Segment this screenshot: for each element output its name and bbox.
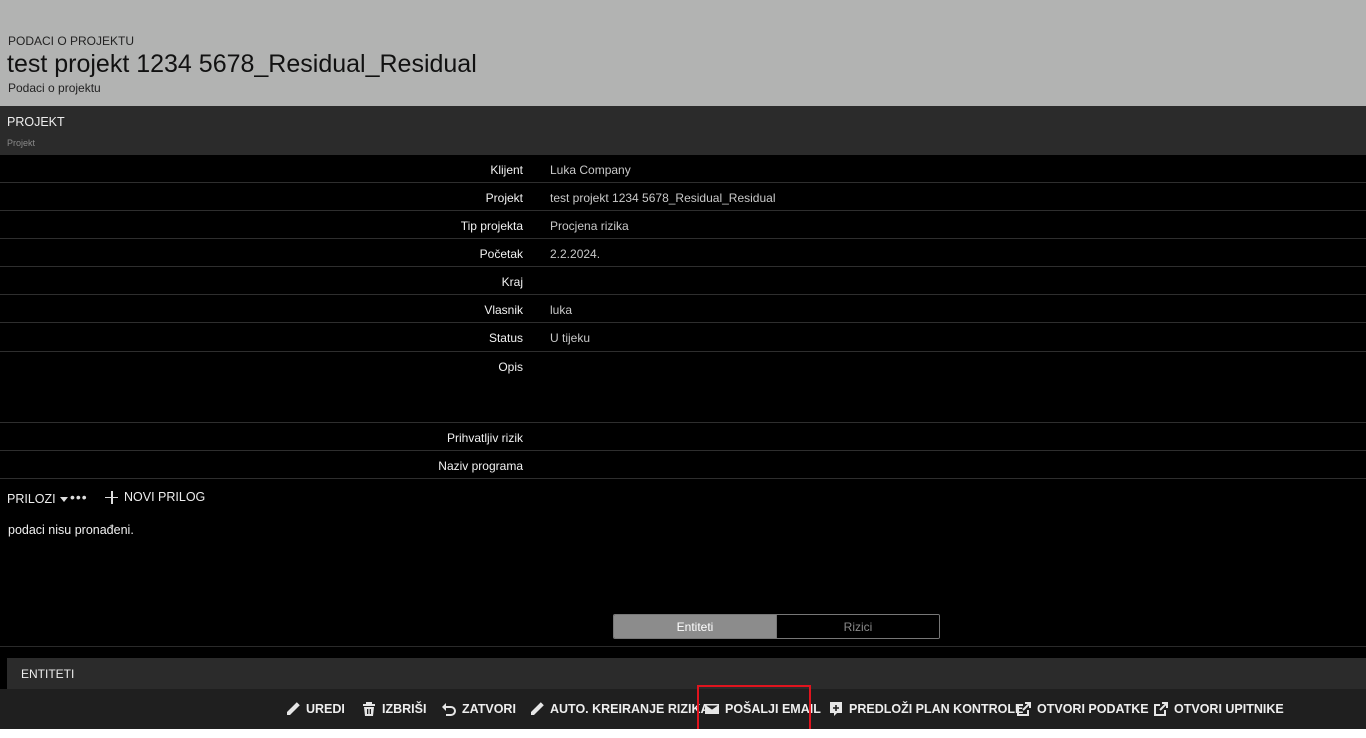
open-data-button[interactable]: OTVORI PODATKE	[1016, 701, 1149, 717]
field-row-naziv-programa: Naziv programa	[0, 451, 1366, 479]
caret-down-icon	[59, 496, 68, 502]
close-button[interactable]: ZATVORI	[441, 701, 516, 717]
spacer	[0, 647, 1366, 658]
submit-control-plan-button[interactable]: PREDLOŽI PLAN KONTROLE	[828, 701, 1023, 717]
field-label: Klijent	[490, 163, 523, 177]
field-label: Vlasnik	[484, 303, 523, 317]
field-label: Tip projekta	[460, 219, 523, 233]
tab-entiteti[interactable]: Entiteti	[614, 615, 776, 638]
section-title: PROJEKT	[7, 115, 65, 129]
edit-label: UREDI	[306, 702, 345, 716]
field-label: Opis	[498, 360, 523, 374]
field-label: Naziv programa	[438, 459, 523, 473]
project-details-form: Klijent Luka Company Projekt test projek…	[0, 155, 1366, 479]
field-row-klijent: Klijent Luka Company	[0, 155, 1366, 183]
attachments-menu[interactable]: PRILOZI	[7, 492, 68, 506]
bottom-edge	[0, 729, 1366, 738]
delete-label: IZBRIŠI	[382, 702, 427, 716]
send-email-label: POŠALJI EMAIL	[725, 702, 821, 716]
field-row-vlasnik: Vlasnik luka	[0, 295, 1366, 323]
delete-button[interactable]: IZBRIŠI	[361, 701, 426, 717]
undo-icon	[442, 703, 456, 716]
field-label: Kraj	[501, 275, 523, 289]
new-attachment-button[interactable]: NOVI PRILOG	[105, 490, 205, 504]
send-email-button[interactable]: POŠALJI EMAIL	[704, 701, 821, 717]
field-row-projekt: Projekt test projekt 1234 5678_Residual_…	[0, 183, 1366, 211]
envelope-icon	[705, 704, 719, 714]
field-value: test projekt 1234 5678_Residual_Residual	[550, 191, 776, 205]
field-label: Projekt	[485, 191, 523, 205]
section-header-projekt: PROJEKT Projekt	[0, 106, 1366, 155]
field-row-tip-projekta: Tip projekta Procjena rizika	[0, 211, 1366, 239]
auto-risk-button[interactable]: AUTO. KREIRANJE RIZIKA	[529, 701, 710, 717]
close-label: ZATVORI	[462, 702, 516, 716]
view-switcher-bar: Entiteti Rizici	[0, 608, 1366, 647]
new-attachment-label: NOVI PRILOG	[124, 490, 206, 504]
more-options-button[interactable]: •••	[70, 489, 88, 505]
field-row-pocetak: Početak 2.2.2024.	[0, 239, 1366, 267]
external-link-icon	[1154, 702, 1168, 716]
page-header: PODACI O PROJEKTU test projekt 1234 5678…	[0, 0, 1366, 106]
field-row-status: Status U tijeku	[0, 323, 1366, 352]
field-value: luka	[550, 303, 573, 317]
page-title: test projekt 1234 5678_Residual_Residual	[7, 50, 477, 78]
entities-section: ENTITETI	[0, 658, 1366, 689]
attachments-panel: PRILOZI ••• NOVI PRILOG podaci nisu pron…	[0, 479, 1366, 609]
open-questionnaires-label: OTVORI UPITNIKE	[1174, 702, 1284, 716]
entities-header: ENTITETI	[7, 658, 1366, 689]
command-toolbar: UREDI IZBRIŠI ZATVORI AUTO. KREIRANJE RI…	[0, 689, 1366, 729]
pencil-icon	[287, 702, 300, 715]
plus-icon	[105, 490, 118, 504]
empty-state-text: podaci nisu pronađeni.	[8, 523, 134, 537]
entities-title: ENTITETI	[21, 667, 75, 681]
auto-risk-label: AUTO. KREIRANJE RIZIKA	[550, 702, 710, 716]
segmented-control: Entiteti Rizici	[613, 614, 940, 639]
field-label: Status	[488, 331, 523, 345]
attachments-menu-label: PRILOZI	[7, 492, 56, 506]
comment-add-icon	[830, 702, 842, 716]
field-row-prihvatljiv-rizik: Prihvatljiv rizik	[0, 423, 1366, 451]
field-value: Luka Company	[550, 163, 631, 177]
trash-icon	[363, 702, 375, 716]
section-subtitle: Projekt	[7, 138, 36, 148]
open-data-label: OTVORI PODATKE	[1037, 702, 1149, 716]
submit-control-plan-label: PREDLOŽI PLAN KONTROLE	[849, 702, 1024, 716]
tab-rizici[interactable]: Rizici	[776, 615, 939, 638]
page-subtitle: Podaci o projektu	[8, 81, 101, 95]
field-value: 2.2.2024.	[550, 247, 601, 261]
page-kicker: PODACI O PROJEKTU	[8, 34, 135, 48]
field-row-kraj: Kraj	[0, 267, 1366, 295]
field-value: Procjena rizika	[550, 219, 629, 233]
field-row-opis: Opis	[0, 352, 1366, 423]
field-value: U tijeku	[550, 331, 591, 345]
external-link-icon	[1017, 702, 1031, 716]
field-label: Početak	[479, 247, 523, 261]
edit-button[interactable]: UREDI	[285, 701, 345, 717]
pencil-icon	[531, 702, 544, 715]
open-questionnaires-button[interactable]: OTVORI UPITNIKE	[1153, 701, 1284, 717]
field-label: Prihvatljiv rizik	[446, 431, 523, 445]
